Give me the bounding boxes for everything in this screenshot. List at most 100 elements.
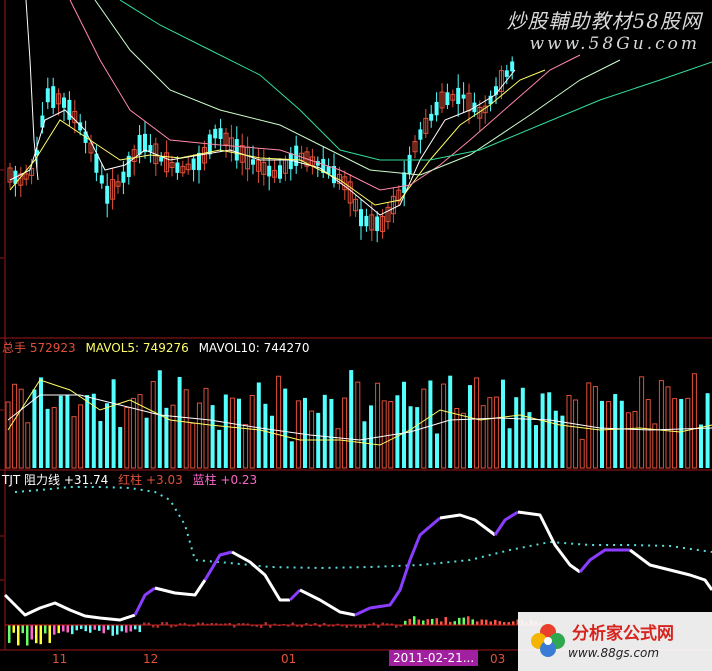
volume-bar-down <box>217 429 222 468</box>
indicator-histogram-bar <box>57 625 60 634</box>
candle-down <box>418 129 423 140</box>
indicator-histogram-bar <box>84 625 87 632</box>
volume-bar-up <box>203 387 209 469</box>
volume-bar-up <box>658 380 664 469</box>
volume-bar-down <box>514 397 519 468</box>
volume-bar-down <box>619 400 624 468</box>
volume-bar-down <box>402 381 406 468</box>
resistance-line-segment <box>629 548 712 591</box>
candle-down <box>45 88 50 103</box>
volume-legend: 总手 572923 MAVOL5: 749276 MAVOL10: 744270 <box>2 341 309 355</box>
volume-bar-up <box>493 396 499 469</box>
logo-title: 分析家公式网 <box>572 624 674 644</box>
time-label-dec: 12 <box>143 652 159 666</box>
indicator-histogram-bar <box>98 625 101 631</box>
volume-bar-down <box>322 394 327 468</box>
indicator-histogram-bar <box>125 625 128 633</box>
candle-down <box>288 153 293 170</box>
stock-chart-canvas <box>0 0 712 651</box>
volume-bar-down <box>613 394 618 468</box>
resistance-line-segment <box>3 593 136 622</box>
volume-bar-down <box>237 398 241 468</box>
volume-bar-down <box>369 405 373 468</box>
volume-bar-up <box>573 399 579 469</box>
indicator-histogram-bar <box>138 625 141 633</box>
volume-bar-up <box>579 438 585 469</box>
volume-bar-down <box>553 410 558 468</box>
indicator-histogram-bar <box>485 619 488 625</box>
volume-bar-down <box>157 370 162 468</box>
indicator-histogram-bar <box>422 620 425 625</box>
candle-down <box>364 215 369 227</box>
resistance-line-segment <box>133 586 156 616</box>
volume-bar-down <box>560 415 565 468</box>
volume-bar-down <box>699 424 703 468</box>
mavol10-value: 744270 <box>263 341 310 355</box>
volume-bar-down <box>600 400 604 468</box>
candle-down <box>218 128 223 139</box>
indicator-histogram-bar <box>134 625 137 630</box>
indicator-histogram-bar <box>426 619 429 625</box>
candle-down <box>402 172 407 193</box>
indicator-histogram-bar <box>498 621 501 625</box>
volume-bar-down <box>256 382 261 468</box>
candle-down <box>143 133 147 153</box>
dotted-support-line <box>14 486 712 570</box>
indicator-histogram-bar <box>12 625 15 633</box>
indicator-histogram-bar <box>444 617 447 625</box>
volume-bar-up <box>685 397 691 469</box>
volume-bar-down <box>501 379 505 468</box>
indicator-histogram-bar <box>26 625 29 646</box>
candle-down <box>504 70 509 77</box>
volume-bar-down <box>65 394 70 468</box>
indicator-histogram-bar <box>107 625 110 630</box>
volume-bar-down <box>98 421 103 468</box>
indicator-histogram-bar <box>440 621 443 625</box>
volume-bar-down <box>395 395 400 468</box>
volume-bar-up <box>665 386 671 469</box>
indicator-histogram-bar <box>80 625 83 629</box>
indicator-histogram-bar <box>489 621 492 625</box>
indicator-histogram-bar <box>62 625 65 632</box>
volume-bar-up <box>606 401 612 469</box>
indicator-histogram-bar <box>89 625 92 633</box>
candle-down <box>456 87 461 104</box>
volume-bar-up <box>586 382 592 469</box>
candle-down <box>175 162 180 173</box>
watermark-url: www.58Gu.com <box>529 34 700 54</box>
volume-bar-up <box>652 423 658 469</box>
indicator-histogram-bar <box>102 625 105 634</box>
mavol5-label: MAVOL5: <box>85 341 140 355</box>
volume-label: 总手 <box>2 341 27 355</box>
panel-frame <box>0 0 712 651</box>
volume-bar-up <box>12 383 18 469</box>
volume-bar-up <box>229 397 235 469</box>
red-bar-label: 红柱 <box>118 473 143 487</box>
volume-bar-up <box>639 376 645 469</box>
indicator-histogram-bar <box>75 625 78 631</box>
volume-bar-down <box>527 412 532 468</box>
volume-bar-up <box>71 416 77 469</box>
indicator-histogram-bar <box>21 625 24 634</box>
indicator-histogram-bar <box>66 625 69 633</box>
volume-bar-up <box>25 422 31 469</box>
indicator-histogram-bar <box>480 619 483 625</box>
volume-bar-down <box>223 394 228 468</box>
indicator-histogram-bar <box>44 625 47 634</box>
volume-bar-down <box>679 398 684 468</box>
volume-bar-down <box>329 398 334 468</box>
indicator-histogram-bar <box>435 618 438 625</box>
indicator-histogram-bar <box>453 621 456 625</box>
candle-down <box>121 171 126 183</box>
volume-bar-down <box>540 393 545 468</box>
resistance-line-segment <box>299 588 356 617</box>
resistance-line-value: +31.74 <box>63 473 109 487</box>
indicator-histogram-bar <box>512 621 515 625</box>
volume-bar-up <box>474 377 480 469</box>
candle-down <box>51 86 56 108</box>
volume-bar-down <box>362 421 367 468</box>
volume-bar-down <box>263 403 268 468</box>
indicator-histogram-bar <box>30 625 33 640</box>
candle-down <box>67 99 72 120</box>
volume-bar-up <box>295 400 301 469</box>
